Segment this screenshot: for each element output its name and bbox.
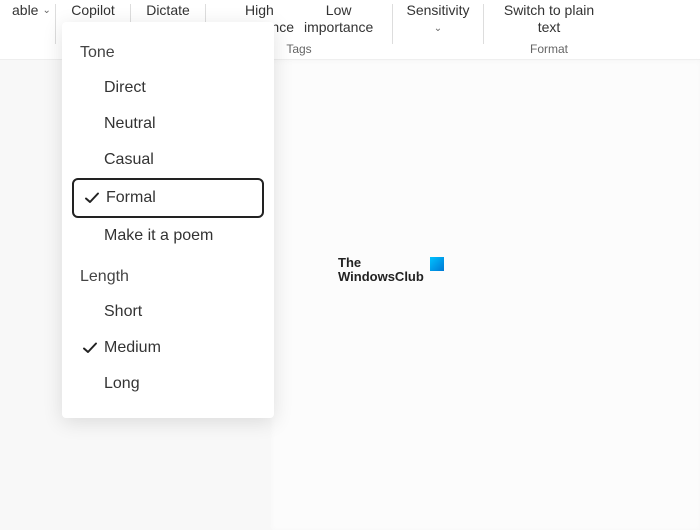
menu-item-label: Short xyxy=(100,303,142,321)
menu-item-label: Neutral xyxy=(100,115,156,133)
ribbon-item-low-importance[interactable]: Low importance xyxy=(300,0,377,38)
ribbon-label-sensitivity: Sensitivity xyxy=(402,0,473,21)
chevron-down-icon: ⌄ xyxy=(42,5,50,17)
menu-section-tone: Tone xyxy=(62,36,274,70)
menu-item-label: Formal xyxy=(102,189,156,207)
menu-item-label: Casual xyxy=(100,151,154,169)
ribbon-item-switch-plain[interactable]: Switch to plain text xyxy=(500,0,598,38)
menu-section-length: Length xyxy=(62,260,274,294)
ribbon-label-copilot: Copilot xyxy=(67,0,119,21)
ribbon-group-label-format: Format xyxy=(484,42,614,56)
menu-item-short[interactable]: Short xyxy=(62,294,274,330)
menu-item-medium[interactable]: Medium xyxy=(62,330,274,366)
ribbon-item-table[interactable]: able ⌄ xyxy=(0,0,55,60)
menu-item-label: Long xyxy=(100,375,140,393)
watermark-line1: The xyxy=(338,255,361,270)
watermark: The WindowsClub xyxy=(338,256,444,285)
watermark-line2: WindowsClub xyxy=(338,269,424,284)
menu-item-label: Make it a poem xyxy=(100,227,213,245)
check-icon xyxy=(80,340,100,356)
ribbon-label-dictate: Dictate xyxy=(142,0,194,21)
check-icon xyxy=(82,190,102,206)
chevron-down-icon: ⌄ xyxy=(434,23,442,34)
content-background-blur xyxy=(272,62,700,530)
menu-item-direct[interactable]: Direct xyxy=(62,70,274,106)
menu-item-poem[interactable]: Make it a poem xyxy=(62,218,274,254)
windows-logo-icon xyxy=(430,257,444,271)
watermark-text: The WindowsClub xyxy=(338,256,424,285)
menu-item-label: Direct xyxy=(100,79,146,97)
copilot-tone-length-menu: Tone Direct Neutral Casual Formal Make i… xyxy=(62,22,274,418)
menu-item-formal[interactable]: Formal xyxy=(72,178,264,218)
menu-item-neutral[interactable]: Neutral xyxy=(62,106,274,142)
menu-item-long[interactable]: Long xyxy=(62,366,274,402)
menu-item-label: Medium xyxy=(100,339,161,357)
menu-item-casual[interactable]: Casual xyxy=(62,142,274,178)
ribbon-group-format: Switch to plain text Format xyxy=(484,0,614,60)
ribbon-label-table: able xyxy=(12,2,38,19)
ribbon-item-sensitivity[interactable]: Sensitivity ⌄ xyxy=(393,0,483,60)
